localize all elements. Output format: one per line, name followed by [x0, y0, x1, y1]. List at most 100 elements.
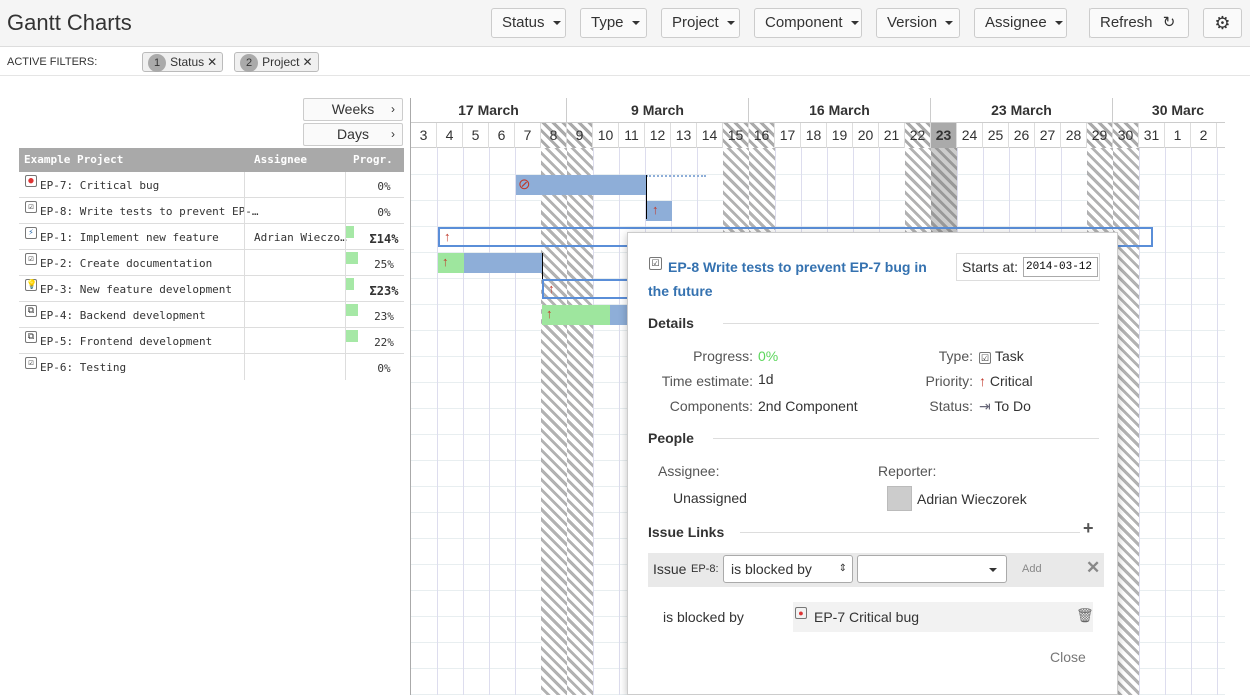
close-button[interactable]: Close — [1050, 649, 1086, 665]
month-label: 23 March — [931, 98, 1113, 123]
gantt-bar-ep8[interactable]: ↑ — [646, 201, 672, 221]
issue-progress: 0% — [377, 362, 391, 375]
components-value: 2nd Component — [758, 398, 858, 414]
task-icon: ☑ — [979, 352, 991, 364]
weeks-label: Weeks — [331, 101, 375, 117]
month-label: 17 March — [411, 98, 567, 123]
issue-name: EP-5: Frontend development — [40, 335, 213, 348]
issue-links-heading: Issue Links — [648, 524, 725, 540]
day-label: 27 — [1035, 123, 1061, 148]
gantt-bar-ep3[interactable]: ↑ — [542, 279, 632, 299]
progress-value: 0% — [758, 348, 779, 364]
section-divider — [723, 323, 1099, 324]
reporter-label: Reporter: — [878, 463, 937, 479]
table-row[interactable]: ☑ EP-2: Create documentation 25% — [19, 250, 404, 276]
status-label: Status: — [929, 398, 973, 414]
day-label: 24 — [957, 123, 983, 148]
progress-bar — [346, 278, 354, 290]
day-label: 16 — [749, 123, 775, 148]
type-filter-label: Type — [591, 14, 624, 31]
day-label: 26 — [1009, 123, 1035, 148]
table-row[interactable]: ☑ EP-8: Write tests to prevent EP-… 0% — [19, 198, 404, 224]
day-label: 4 — [437, 123, 463, 148]
component-filter-button[interactable]: Component — [754, 8, 862, 38]
day-label: 5 — [463, 123, 489, 148]
column-divider — [244, 198, 245, 224]
close-icon[interactable]: ✕ — [1086, 558, 1100, 578]
filter-chip-project[interactable]: 2 Project ✕ — [234, 52, 319, 72]
table-row[interactable]: ⚡ EP-1: Implement new feature Adrian Wiecz… — [19, 224, 404, 250]
days-button[interactable]: Days › — [303, 123, 403, 146]
column-divider — [345, 198, 346, 224]
priority-value: Critical — [989, 373, 1033, 389]
issue-title: EP-8 Write tests to prevent EP-7 bug in … — [648, 259, 927, 299]
assignee-label: Assignee: — [658, 463, 720, 479]
day-label: 17 — [775, 123, 801, 148]
column-divider — [244, 250, 245, 276]
trash-icon[interactable]: 🗑 — [1076, 607, 1094, 624]
month-label: 16 March — [749, 98, 931, 123]
day-label: 6 — [489, 123, 515, 148]
issue-name: EP-8: Write tests to prevent EP-… — [40, 205, 259, 218]
refresh-button[interactable]: Refresh ↻ — [1089, 8, 1189, 38]
day-label: 21 — [879, 123, 905, 148]
issue-progress: 25% — [374, 258, 394, 271]
version-filter-button[interactable]: Version — [876, 8, 960, 38]
gear-icon: ⚙ — [1214, 13, 1231, 33]
gantt-bar-ep4[interactable]: ↑ — [542, 305, 610, 325]
page-title: Gantt Charts — [7, 10, 132, 35]
table-row[interactable]: ⧉ EP-5: Frontend development 22% — [19, 328, 404, 354]
issue-name: EP-1: Implement new feature — [40, 231, 219, 244]
subtask-icon: ⧉ — [25, 331, 37, 343]
bug-icon: ● — [795, 607, 807, 619]
close-icon[interactable]: ✕ — [207, 55, 217, 69]
day-label: 25 — [983, 123, 1009, 148]
table-row[interactable]: ☑ EP-6: Testing 0% — [19, 354, 404, 380]
table-row[interactable]: 💡 EP-3: New feature development Σ23% — [19, 276, 404, 302]
month-label: 30 Marc — [1151, 102, 1205, 118]
issue-key: EP-8: — [691, 563, 719, 575]
blocked-by-label: is blocked by — [663, 609, 744, 625]
status-filter-button[interactable]: Status — [491, 8, 566, 38]
assignee-filter-button[interactable]: Assignee — [974, 8, 1067, 38]
column-divider — [244, 354, 245, 380]
progress-bar — [346, 330, 358, 342]
progress-bar — [346, 252, 358, 264]
estimate-value: 1d — [758, 371, 774, 387]
settings-button[interactable]: ⚙ — [1203, 8, 1242, 38]
project-filter-button[interactable]: Project — [661, 8, 740, 38]
refresh-icon: ↻ — [1162, 14, 1176, 31]
issue-picker-select[interactable] — [857, 555, 1007, 583]
priority-value-group: ↑ Critical — [979, 373, 1033, 389]
column-divider — [244, 224, 245, 250]
linked-issue-link[interactable]: EP-7 Critical bug — [814, 609, 919, 625]
link-editor-row: Issue EP-8: is blocked by ⇕ Add ✕ — [648, 553, 1104, 587]
task-icon: ☑ — [25, 357, 37, 369]
table-header: Example Project Assignee Progr. — [19, 148, 404, 172]
column-divider — [244, 328, 245, 354]
gantt-bar-ep7[interactable]: ⊘ — [516, 175, 646, 195]
chevron-down-icon — [850, 21, 859, 26]
link-type-select[interactable]: is blocked by ⇕ — [723, 555, 853, 583]
subtask-icon: ⧉ — [25, 305, 37, 317]
updown-icon: ⇕ — [838, 563, 847, 574]
table-row[interactable]: ● EP-7: Critical bug 0% — [19, 172, 404, 198]
issue-title-link[interactable]: EP-8 Write tests to prevent EP-7 bug in … — [648, 255, 948, 303]
close-icon[interactable]: ✕ — [302, 55, 312, 69]
epic-icon: ⚡ — [25, 227, 37, 239]
day-label: 29 — [1087, 123, 1113, 148]
gantt-bar-ep2[interactable] — [464, 253, 542, 273]
task-icon: ☑ — [25, 253, 37, 265]
add-link-button[interactable]: Add — [1022, 563, 1042, 575]
add-link-icon[interactable]: + — [1083, 518, 1094, 539]
weeks-button[interactable]: Weeks › — [303, 98, 403, 121]
task-table: Example Project Assignee Progr. ● EP-7: C… — [19, 148, 404, 380]
table-row[interactable]: ⧉ EP-4: Backend development 23% — [19, 302, 404, 328]
active-filters-label: ACTIVE FILTERS: — [7, 56, 98, 68]
filter-chip-status[interactable]: 1 Status ✕ — [142, 52, 224, 72]
start-date-input[interactable] — [1023, 257, 1098, 277]
column-divider — [244, 302, 245, 328]
progress-bar — [346, 304, 358, 316]
type-filter-button[interactable]: Type — [580, 8, 647, 38]
chevron-down-icon — [989, 568, 997, 572]
